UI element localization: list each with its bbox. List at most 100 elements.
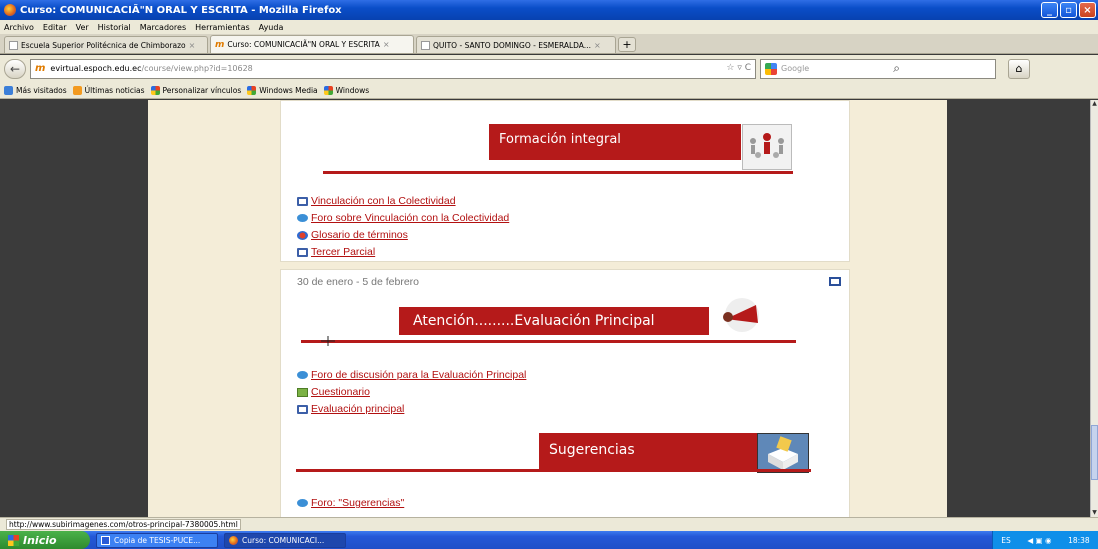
resource-icon	[297, 196, 308, 206]
menu-ayuda[interactable]: Ayuda	[259, 23, 284, 32]
bookmark-ultimas-noticias[interactable]: Últimas noticias	[72, 85, 145, 95]
search-bar[interactable]: Google ⌕	[760, 58, 996, 79]
close-tab-icon[interactable]: ×	[189, 41, 196, 50]
banner-formacion-integral: Formación integral	[489, 124, 741, 160]
taskbar-item-label: Curso: COMUNICACI...	[242, 535, 325, 545]
link-label: Foro sobre Vinculación con la Colectivid…	[311, 212, 510, 224]
vertical-scrollbar[interactable]: ▲ ▼	[1090, 100, 1098, 517]
system-tray: ES ◀ ▣ ◉ 18:38	[992, 531, 1098, 549]
link-label: Evaluación principal	[311, 403, 405, 415]
link-vinculacion[interactable]: Vinculación con la Colectividad	[297, 195, 456, 207]
moodle-icon: m	[35, 63, 46, 74]
windows-icon	[150, 85, 160, 95]
language-indicator[interactable]: ES	[1001, 536, 1011, 545]
banner-sugerencias: Sugerencias	[539, 433, 757, 469]
menu-herramientas[interactable]: Herramientas	[195, 23, 250, 32]
banner-title: Formación integral	[499, 132, 621, 147]
new-tab-button[interactable]: +	[618, 37, 636, 52]
page-icon	[421, 40, 430, 50]
clock: 18:38	[1068, 535, 1090, 545]
bookmark-windows-media[interactable]: Windows Media	[247, 85, 318, 95]
menu-ver[interactable]: Ver	[76, 23, 89, 32]
course-section-formacion: Formación integral Vinculación con la Co…	[280, 100, 850, 262]
bookmark-label: Últimas noticias	[84, 85, 145, 95]
tab-curso[interactable]: m Curso: COMUNICACIÃ"N ORAL Y ESCRITA ×	[210, 35, 414, 53]
scroll-thumb[interactable]	[1091, 425, 1098, 480]
tab-label: QUITO - SANTO DOMINGO - ESMERALDA...	[433, 40, 591, 50]
url-bar[interactable]: m evirtual.espoch.edu.ec/course/view.php…	[30, 58, 756, 79]
bookmark-icon	[4, 85, 13, 95]
link-tercer-parcial[interactable]: Tercer Parcial	[297, 246, 375, 258]
bookmark-label: Windows	[335, 85, 370, 95]
bookmark-mas-visitados[interactable]: Más visitados	[4, 85, 67, 95]
left-margin	[0, 100, 148, 517]
link-cuestionario[interactable]: Cuestionario	[297, 386, 370, 398]
banner-underline	[323, 171, 793, 174]
quiz-icon	[297, 387, 308, 397]
taskbar-item-firefox[interactable]: Curso: COMUNICACI...	[224, 532, 346, 548]
highlight-icon[interactable]	[829, 277, 841, 286]
glossary-icon	[297, 230, 308, 240]
menu-archivo[interactable]: Archivo	[4, 23, 34, 32]
firefox-icon	[4, 4, 16, 16]
rss-icon	[72, 85, 82, 95]
course-section-week: 30 de enero - 5 de febrero Atención.....…	[280, 269, 850, 517]
banner-title: Atención.........Evaluación Principal	[413, 313, 655, 329]
taskbar: Inicio Copia de TESIS-PUCE... Curso: COM…	[0, 531, 1098, 549]
navigation-bar: ← m evirtual.espoch.edu.ec/course/view.p…	[0, 55, 1098, 82]
megaphone-icon	[712, 297, 770, 333]
reload-icon[interactable]: ☆ ▿ C	[726, 63, 751, 73]
close-tab-icon[interactable]: ×	[383, 40, 390, 49]
url-text: evirtual.espoch.edu.ec/course/view.php?i…	[50, 64, 252, 73]
banner-underline	[296, 469, 811, 472]
bookmark-personalizar[interactable]: Personalizar vínculos	[150, 85, 242, 95]
start-label: Inicio	[23, 533, 57, 547]
status-url: http://www.subirimagenes.com/otros-princ…	[6, 519, 241, 530]
tab-label: Escuela Superior Politécnica de Chimbora…	[21, 40, 186, 50]
scroll-up-arrow[interactable]: ▲	[1091, 100, 1098, 108]
windows-icon	[247, 85, 257, 95]
status-bar: http://www.subirimagenes.com/otros-princ…	[0, 517, 1098, 531]
bookmarks-bar: Más visitados Últimas noticias Personali…	[0, 82, 1098, 99]
banner-evaluacion-principal: Atención.........Evaluación Principal	[399, 307, 709, 335]
window-title: Curso: COMUNICACIÃ"N ORAL Y ESCRITA - Mo…	[20, 4, 342, 16]
scroll-down-arrow[interactable]: ▼	[1091, 509, 1098, 517]
home-button[interactable]: ⌂	[1008, 58, 1030, 79]
link-foro-sugerencias[interactable]: Foro: "Sugerencias"	[297, 497, 404, 509]
menu-marcadores[interactable]: Marcadores	[140, 23, 186, 32]
course-content: Formación integral Vinculación con la Co…	[280, 100, 850, 517]
link-foro-evaluacion[interactable]: Foro de discusión para la Evaluación Pri…	[297, 369, 526, 381]
banner-title: Sugerencias	[549, 442, 635, 458]
resource-icon	[297, 404, 308, 414]
cursor-icon	[321, 336, 335, 346]
windows-icon	[323, 85, 333, 95]
google-icon	[765, 62, 777, 75]
back-button[interactable]: ←	[4, 58, 26, 79]
url-path: /course/view.php?id=10628	[141, 64, 253, 73]
minimize-button[interactable]: _	[1041, 2, 1058, 18]
start-button[interactable]: Inicio	[0, 531, 90, 549]
maximize-button[interactable]: ▫	[1060, 2, 1077, 18]
menu-historial[interactable]: Historial	[98, 23, 131, 32]
window-titlebar: Curso: COMUNICACIÃ"N ORAL Y ESCRITA - Mo…	[0, 0, 1098, 20]
tab-quito[interactable]: QUITO - SANTO DOMINGO - ESMERALDA... ×	[416, 36, 616, 53]
menu-editar[interactable]: Editar	[43, 23, 67, 32]
close-button[interactable]: ×	[1079, 2, 1096, 18]
tab-bar: Escuela Superior Politécnica de Chimbora…	[0, 34, 1098, 54]
tray-icons[interactable]: ◀ ▣ ◉	[1027, 536, 1051, 545]
people-icon	[742, 124, 792, 170]
menu-bar: Archivo Editar Ver Historial Marcadores …	[0, 20, 1098, 34]
search-icon[interactable]: ⌕	[893, 61, 900, 76]
page-icon	[9, 40, 18, 50]
resource-icon	[297, 247, 308, 257]
link-foro-vinculacion[interactable]: Foro sobre Vinculación con la Colectivid…	[297, 212, 509, 224]
link-label: Glosario de términos	[311, 229, 408, 241]
tab-espoch[interactable]: Escuela Superior Politécnica de Chimbora…	[4, 36, 208, 53]
link-evaluacion-principal[interactable]: Evaluación principal	[297, 403, 404, 415]
taskbar-item-tesis[interactable]: Copia de TESIS-PUCE...	[96, 532, 218, 548]
close-tab-icon[interactable]: ×	[594, 41, 601, 50]
forum-icon	[297, 499, 308, 507]
bookmark-label: Personalizar vínculos	[162, 85, 242, 95]
link-glosario[interactable]: Glosario de términos	[297, 229, 408, 241]
bookmark-windows[interactable]: Windows	[323, 85, 370, 95]
